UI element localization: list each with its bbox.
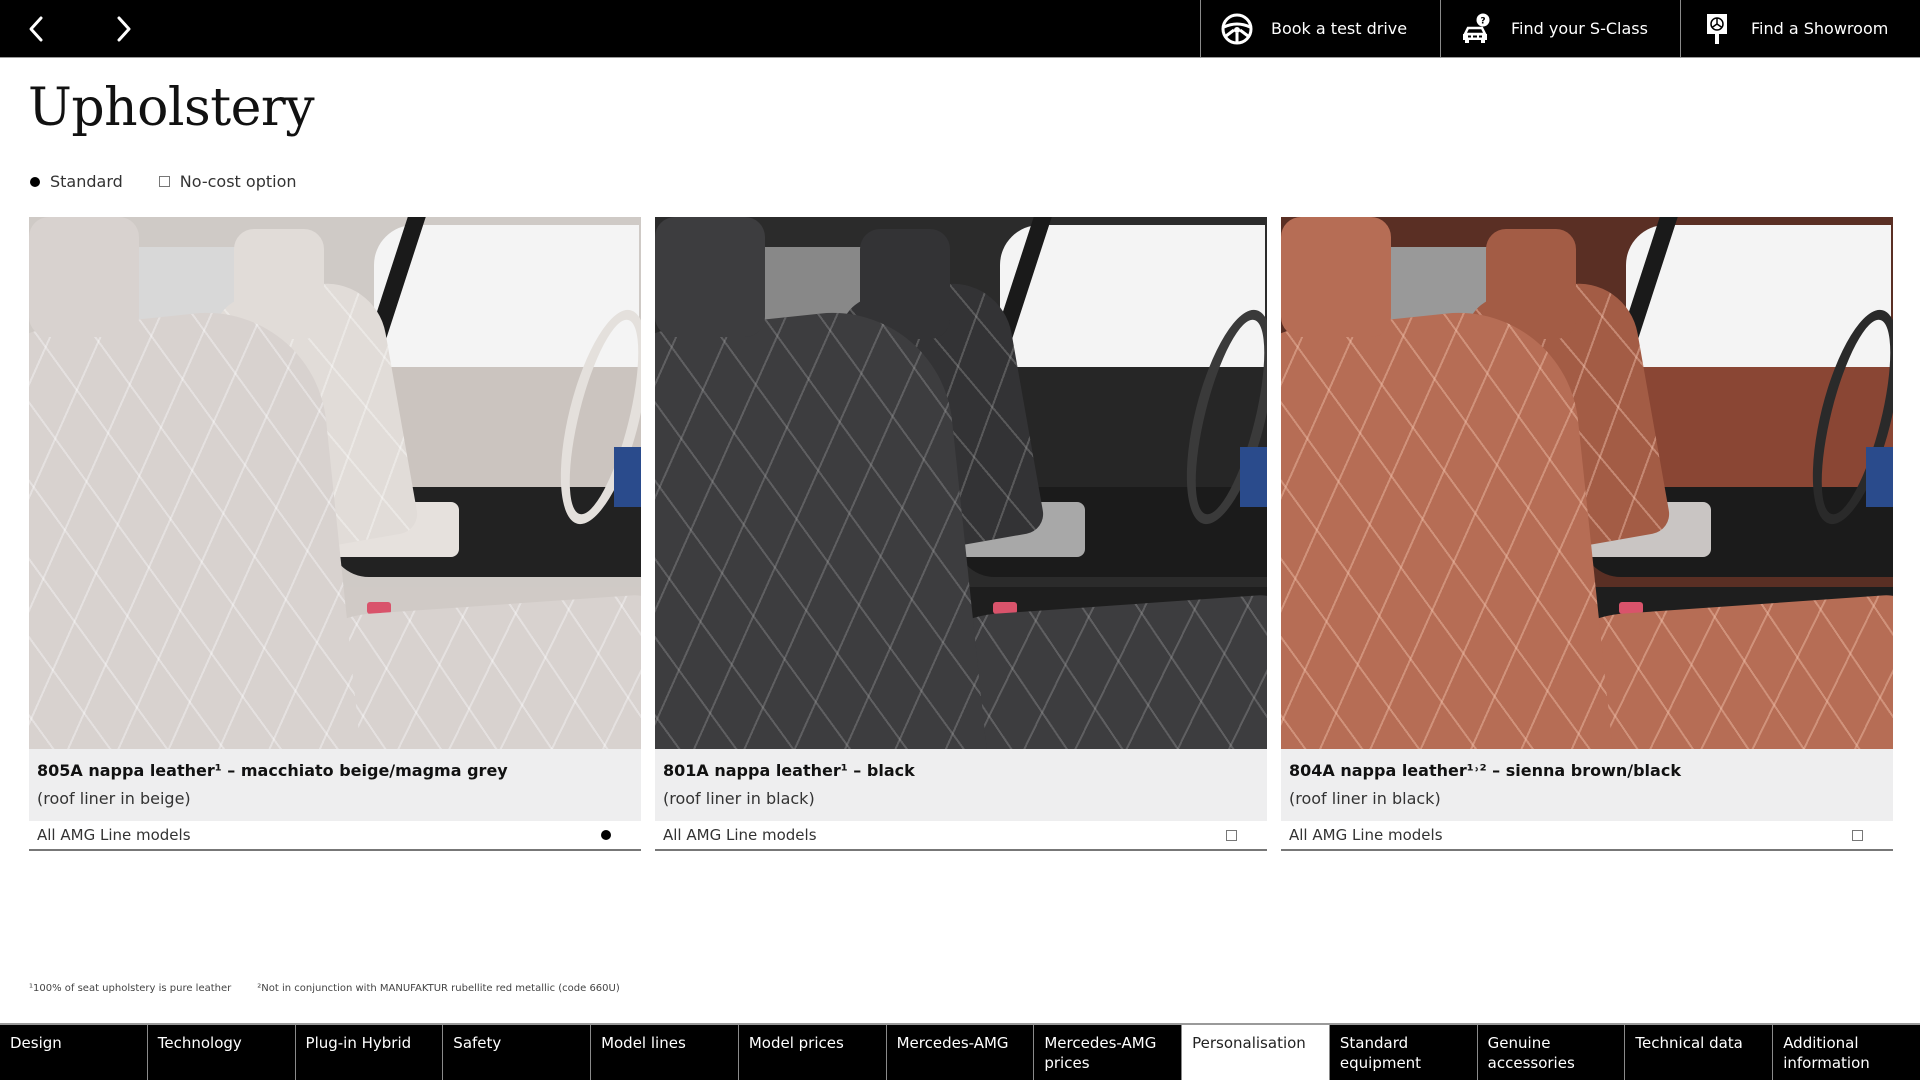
card-title: 804A nappa leather¹˒² – sienna brown/bla… bbox=[1289, 761, 1681, 780]
card-availability-row: All AMG Line models bbox=[29, 821, 641, 851]
card-availability-row: All AMG Line models bbox=[1281, 821, 1893, 851]
tab-mercedes-amg[interactable]: Mercedes-AMG bbox=[887, 1025, 1035, 1080]
footnote-1: ¹100% of seat upholstery is pure leather bbox=[29, 983, 232, 994]
tab-model-prices[interactable]: Model prices bbox=[739, 1025, 887, 1080]
upholstery-cards: 805A nappa leather¹ – macchiato beige/ma… bbox=[29, 217, 1893, 851]
tab-design[interactable]: Design bbox=[0, 1025, 148, 1080]
top-bar: Book a test drive ? Find your S-Class Fi… bbox=[0, 0, 1920, 58]
chevron-left-icon bbox=[29, 16, 43, 42]
book-test-drive-button[interactable]: Book a test drive bbox=[1200, 0, 1440, 57]
next-page-button[interactable] bbox=[104, 10, 144, 48]
card-subtitle: (roof liner in black) bbox=[663, 789, 815, 808]
steering-wheel-icon bbox=[1219, 11, 1255, 47]
legend: Standard No-cost option bbox=[30, 172, 333, 191]
upholstery-image-beige bbox=[29, 217, 641, 749]
availability-label: All AMG Line models bbox=[37, 826, 191, 844]
find-s-class-label: Find your S-Class bbox=[1511, 19, 1648, 38]
tab-technology[interactable]: Technology bbox=[148, 1025, 296, 1080]
previous-page-button[interactable] bbox=[16, 10, 56, 48]
tab-technical-data[interactable]: Technical data bbox=[1625, 1025, 1774, 1080]
card-title: 805A nappa leather¹ – macchiato beige/ma… bbox=[37, 761, 508, 780]
availability-label: All AMG Line models bbox=[663, 826, 817, 844]
card-availability-row: All AMG Line models bbox=[655, 821, 1267, 851]
legend-standard-label: Standard bbox=[50, 172, 123, 191]
empty-square-icon bbox=[158, 176, 170, 187]
legend-standard: Standard bbox=[30, 172, 123, 191]
bottom-navigation: Design Technology Plug-in Hybrid Safety … bbox=[0, 1023, 1920, 1080]
book-test-drive-label: Book a test drive bbox=[1271, 19, 1408, 38]
no-cost-square-icon bbox=[1852, 829, 1863, 841]
footnotes: ¹100% of seat upholstery is pure leather… bbox=[29, 983, 646, 994]
tab-plug-in-hybrid[interactable]: Plug-in Hybrid bbox=[296, 1025, 444, 1080]
upholstery-image-black bbox=[655, 217, 1267, 749]
showroom-sign-icon bbox=[1699, 11, 1735, 47]
tab-personalisation[interactable]: Personalisation bbox=[1182, 1025, 1330, 1080]
tab-standard-equipment[interactable]: Standard equipment bbox=[1330, 1025, 1478, 1080]
find-showroom-label: Find a Showroom bbox=[1751, 19, 1889, 38]
card-caption: 805A nappa leather¹ – macchiato beige/ma… bbox=[29, 749, 641, 821]
find-showroom-button[interactable]: Find a Showroom bbox=[1680, 0, 1920, 57]
upholstery-card-804a: 804A nappa leather¹˒² – sienna brown/bla… bbox=[1281, 217, 1893, 851]
card-subtitle: (roof liner in beige) bbox=[37, 789, 191, 808]
filled-dot-icon bbox=[30, 176, 40, 187]
no-cost-square-icon bbox=[1226, 829, 1237, 841]
legend-no-cost-option: No-cost option bbox=[158, 172, 297, 191]
upholstery-card-805a: 805A nappa leather¹ – macchiato beige/ma… bbox=[29, 217, 641, 851]
card-caption: 804A nappa leather¹˒² – sienna brown/bla… bbox=[1281, 749, 1893, 821]
car-question-icon: ? bbox=[1459, 11, 1495, 47]
card-subtitle: (roof liner in black) bbox=[1289, 789, 1441, 808]
page-title: Upholstery bbox=[28, 78, 315, 138]
standard-dot-icon bbox=[601, 830, 611, 840]
tab-safety[interactable]: Safety bbox=[443, 1025, 592, 1080]
upholstery-image-sienna bbox=[1281, 217, 1893, 749]
svg-text:?: ? bbox=[1480, 16, 1485, 26]
top-actions: Book a test drive ? Find your S-Class Fi… bbox=[1200, 0, 1920, 57]
legend-no-cost-label: No-cost option bbox=[179, 172, 297, 191]
tab-mercedes-amg-prices[interactable]: Mercedes-AMG prices bbox=[1034, 1025, 1183, 1080]
tab-additional-information[interactable]: Additional information bbox=[1773, 1025, 1920, 1080]
card-caption: 801A nappa leather¹ – black (roof liner … bbox=[655, 749, 1267, 821]
tab-model-lines[interactable]: Model lines bbox=[591, 1025, 739, 1080]
find-s-class-button[interactable]: ? Find your S-Class bbox=[1440, 0, 1680, 57]
upholstery-card-801a: 801A nappa leather¹ – black (roof liner … bbox=[655, 217, 1267, 851]
tab-genuine-accessories[interactable]: Genuine accessories bbox=[1478, 1025, 1626, 1080]
availability-label: All AMG Line models bbox=[1289, 826, 1443, 844]
footnote-2: ²Not in conjunction with MANUFAKTUR rube… bbox=[257, 983, 620, 994]
chevron-right-icon bbox=[117, 16, 131, 42]
card-title: 801A nappa leather¹ – black bbox=[663, 761, 915, 780]
